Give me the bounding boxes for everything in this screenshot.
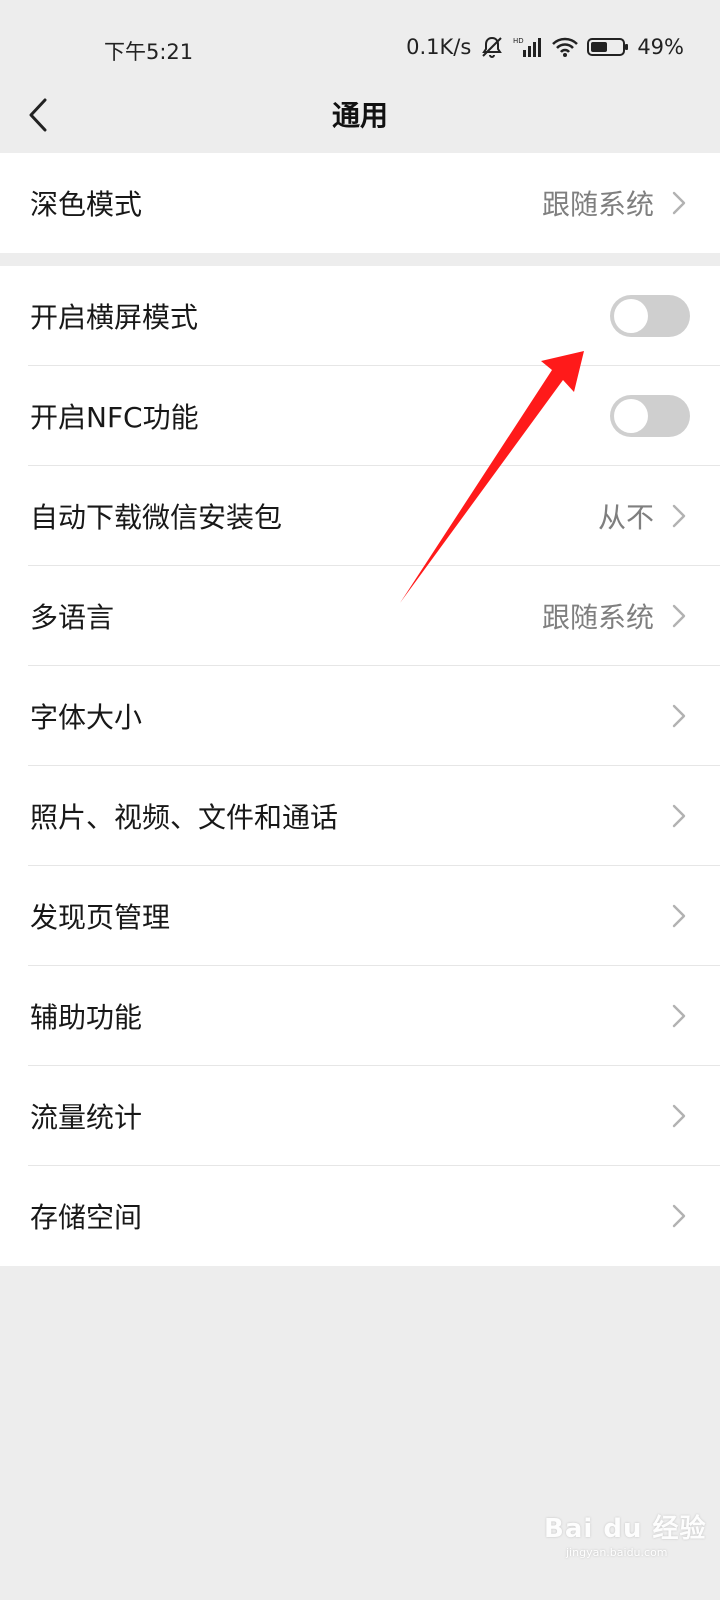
settings-row[interactable]: 流量统计 xyxy=(0,1066,720,1166)
settings-group-display: 深色模式 跟随系统 xyxy=(0,153,720,253)
page-title: 通用 xyxy=(331,99,388,132)
settings-row[interactable]: 字体大小 xyxy=(0,666,720,766)
settings-row[interactable]: 深色模式 跟随系统 xyxy=(0,153,720,253)
row-label: 自动下载微信安装包 xyxy=(30,501,283,534)
chevron-right-icon xyxy=(672,1004,686,1032)
row-label: 字体大小 xyxy=(30,701,143,734)
toggle-knob xyxy=(614,399,648,433)
chevron-right-icon xyxy=(672,191,686,219)
row-label: 发现页管理 xyxy=(30,901,171,934)
signal-icon: HD xyxy=(513,36,543,58)
row-label: 存储空间 xyxy=(30,1201,143,1234)
row-label: 照片、视频、文件和通话 xyxy=(30,801,339,834)
chevron-right-icon xyxy=(672,604,686,632)
status-icons: 0.1K/s HD 49% xyxy=(406,34,684,60)
row-label: 多语言 xyxy=(30,601,115,634)
row-label: 流量统计 xyxy=(30,1101,143,1134)
status-time: 下午5:21 xyxy=(104,40,194,64)
toggle-switch[interactable] xyxy=(610,395,690,437)
chevron-right-icon xyxy=(672,1204,686,1232)
nav-bar: 通用 xyxy=(0,78,720,154)
watermark-url: jingyan.baidu.com xyxy=(566,1546,668,1559)
chevron-right-icon xyxy=(672,904,686,932)
mute-bell-icon xyxy=(479,34,505,60)
settings-group-general: 开启横屏模式 开启NFC功能自动下载微信安装包 从不多语言 跟随系统字体大小照片、视频… xyxy=(0,266,720,1266)
toggle-knob xyxy=(614,299,648,333)
chevron-right-icon xyxy=(672,804,686,832)
row-label: 开启横屏模式 xyxy=(30,301,199,334)
settings-row[interactable]: 自动下载微信安装包 从不 xyxy=(0,466,720,566)
svg-text:HD: HD xyxy=(513,37,524,45)
wifi-icon xyxy=(551,36,579,58)
settings-row[interactable]: 照片、视频、文件和通话 xyxy=(0,766,720,866)
settings-row[interactable]: 多语言 跟随系统 xyxy=(0,566,720,666)
row-label: 开启NFC功能 xyxy=(30,401,199,434)
row-value: 从不 xyxy=(597,501,654,534)
row-value: 跟随系统 xyxy=(541,188,654,221)
chevron-right-icon xyxy=(672,504,686,532)
row-label: 深色模式 xyxy=(30,188,143,221)
battery-percent: 49% xyxy=(637,35,684,59)
network-speed: 0.1K/s xyxy=(406,35,472,59)
row-label: 辅助功能 xyxy=(30,1001,143,1034)
settings-row[interactable]: 发现页管理 xyxy=(0,866,720,966)
settings-row[interactable]: 存储空间 xyxy=(0,1166,720,1266)
battery-icon xyxy=(587,36,629,58)
watermark-logo: Bai du 经验 xyxy=(544,1514,707,1544)
toggle-switch[interactable] xyxy=(610,295,690,337)
chevron-right-icon xyxy=(672,1104,686,1132)
chevron-right-icon xyxy=(672,704,686,732)
settings-row[interactable]: 辅助功能 xyxy=(0,966,720,1066)
row-value: 跟随系统 xyxy=(541,601,654,634)
toggle-row[interactable]: 开启横屏模式 xyxy=(0,266,720,366)
toggle-row[interactable]: 开启NFC功能 xyxy=(0,366,720,466)
